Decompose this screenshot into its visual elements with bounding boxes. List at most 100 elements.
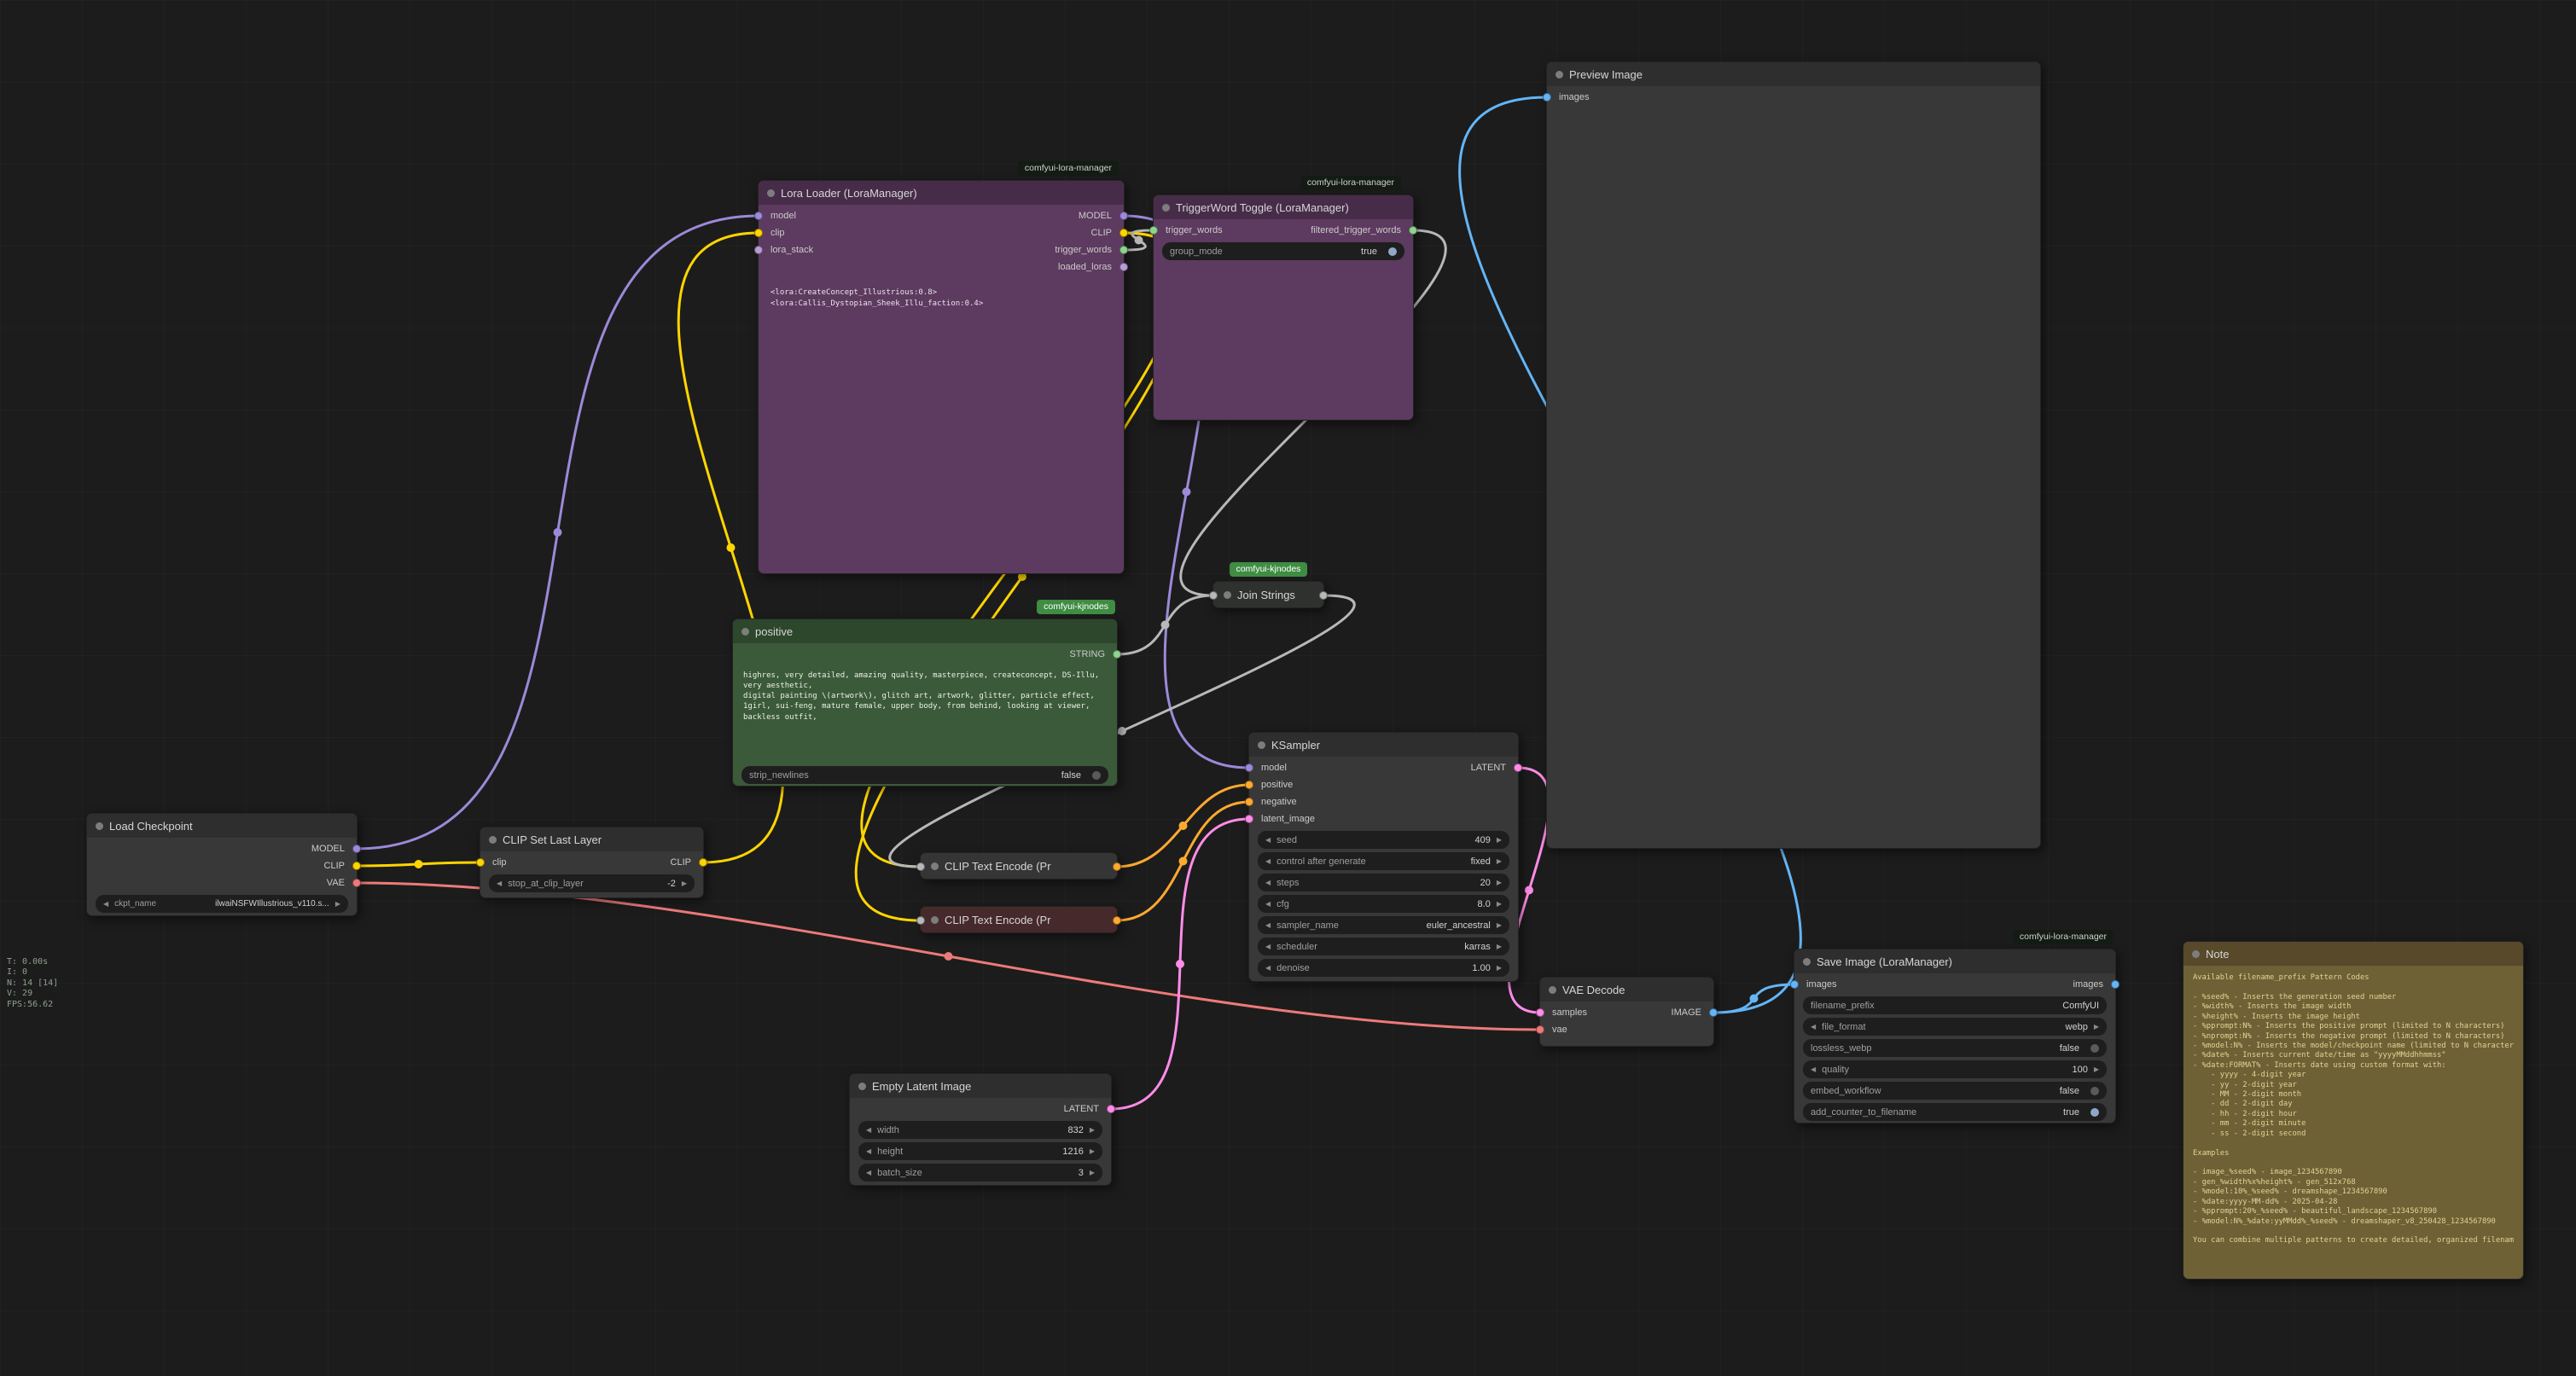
increment-arrow-icon[interactable]: ▶ [2094, 1023, 2099, 1031]
decrement-arrow-icon[interactable]: ◀ [1265, 921, 1271, 929]
node-save-image[interactable]: comfyui-lora-manager Save Image (LoraMan… [1794, 949, 2116, 1123]
widget-add-counter-to-filename[interactable]: add_counter_to_filename true [1803, 1103, 2107, 1121]
collapse-toggle-icon[interactable] [96, 822, 103, 830]
input-port-model[interactable] [754, 212, 763, 220]
collapse-toggle-icon[interactable] [931, 862, 939, 870]
node-header[interactable]: CLIP Set Last Layer [480, 827, 703, 851]
collapse-toggle-icon[interactable] [931, 916, 939, 924]
input-port-images[interactable] [1543, 93, 1551, 102]
output-port-loaded-loras[interactable] [1119, 263, 1128, 271]
input-port-trigger-words[interactable] [1149, 226, 1158, 235]
collapse-toggle-icon[interactable] [1162, 204, 1170, 212]
node-header[interactable]: CLIP Text Encode (Pr [921, 852, 1061, 880]
output-port-string[interactable] [1113, 650, 1121, 659]
widget-embed-workflow[interactable]: embed_workflow false [1803, 1082, 2107, 1100]
decrement-arrow-icon[interactable]: ◀ [866, 1169, 871, 1176]
widget-ckpt-name[interactable]: ◀ ckpt_name ilwaiNSFWIllustrious_v110.s.… [96, 895, 348, 913]
widget-seed[interactable]: ◀ seed 409 ▶ [1258, 831, 1509, 849]
widget-strip-newlines[interactable]: strip_newlines false [741, 766, 1108, 784]
increment-arrow-icon[interactable]: ▶ [335, 900, 340, 908]
increment-arrow-icon[interactable]: ▶ [2094, 1065, 2099, 1073]
widget-height[interactable]: ◀ height 1216 ▶ [858, 1142, 1102, 1160]
decrement-arrow-icon[interactable]: ◀ [497, 880, 502, 887]
node-positive-prompt[interactable]: comfyui-kjnodes positive STRING highres,… [732, 618, 1118, 787]
increment-arrow-icon[interactable]: ▶ [1497, 900, 1502, 908]
output-port-latent[interactable] [1514, 763, 1522, 772]
decrement-arrow-icon[interactable]: ◀ [866, 1126, 871, 1134]
output-port-vae[interactable] [352, 879, 361, 887]
widget-lossless-webp[interactable]: lossless_webp false [1803, 1039, 2107, 1057]
input-port-clip-text[interactable] [916, 916, 925, 925]
input-port-positive[interactable] [1245, 781, 1253, 789]
output-port-clip[interactable] [1119, 229, 1128, 237]
increment-arrow-icon[interactable]: ▶ [1497, 836, 1502, 844]
decrement-arrow-icon[interactable]: ◀ [1265, 943, 1271, 950]
node-clip-text-encode-negative[interactable]: CLIP Text Encode (Pr [920, 906, 1118, 933]
output-port-clip[interactable] [352, 862, 361, 870]
widget-batch-size[interactable]: ◀ batch_size 3 ▶ [858, 1164, 1102, 1182]
node-note[interactable]: Note Available filename_prefix Pattern C… [2183, 941, 2524, 1280]
collapse-toggle-icon[interactable] [767, 189, 775, 197]
input-port-clip-text[interactable] [916, 862, 925, 871]
node-header[interactable]: CLIP Text Encode (Pr [921, 906, 1061, 933]
increment-arrow-icon[interactable]: ▶ [682, 880, 687, 887]
widget-steps[interactable]: ◀ steps 20 ▶ [1258, 874, 1509, 891]
widget-sampler-name[interactable]: ◀ sampler_name euler_ancestral ▶ [1258, 916, 1509, 934]
output-port-images[interactable] [2111, 980, 2120, 989]
decrement-arrow-icon[interactable]: ◀ [103, 900, 108, 908]
output-port-model[interactable] [1119, 212, 1128, 220]
toggle-knob[interactable] [1092, 771, 1101, 780]
node-header[interactable]: Preview Image [1547, 62, 2040, 86]
input-port-samples[interactable] [1536, 1008, 1544, 1017]
toggle-knob[interactable] [2090, 1108, 2099, 1117]
collapse-toggle-icon[interactable] [1803, 958, 1811, 966]
collapse-toggle-icon[interactable] [2192, 950, 2200, 958]
widget-file-format[interactable]: ◀ file_format webp ▶ [1803, 1018, 2107, 1036]
node-header[interactable]: Load Checkpoint [87, 814, 357, 838]
node-vae-decode[interactable]: VAE Decode samples IMAGE vae [1539, 977, 1714, 1047]
collapse-toggle-icon[interactable] [858, 1083, 866, 1090]
node-header[interactable]: Lora Loader (LoraManager) [759, 181, 1124, 205]
input-port-vae[interactable] [1536, 1025, 1544, 1034]
increment-arrow-icon[interactable]: ▶ [1090, 1169, 1095, 1176]
output-port-filtered-trigger-words[interactable] [1409, 226, 1417, 235]
collapse-toggle-icon[interactable] [1555, 71, 1563, 78]
node-header[interactable]: TriggerWord Toggle (LoraManager) [1154, 195, 1413, 219]
toggle-knob[interactable] [2090, 1087, 2099, 1095]
widget-stop-at-clip-layer[interactable]: ◀ stop_at_clip_layer -2 ▶ [489, 874, 695, 892]
widget-denoise[interactable]: ◀ denoise 1.00 ▶ [1258, 959, 1509, 977]
input-port-clip[interactable] [476, 858, 485, 867]
widget-width[interactable]: ◀ width 832 ▶ [858, 1121, 1102, 1139]
increment-arrow-icon[interactable]: ▶ [1497, 964, 1502, 972]
input-port-images[interactable] [1790, 980, 1799, 989]
node-lora-loader[interactable]: comfyui-lora-manager Lora Loader (LoraMa… [758, 180, 1125, 574]
output-port-image[interactable] [1709, 1008, 1718, 1017]
output-port-latent[interactable] [1107, 1105, 1115, 1113]
collapse-toggle-icon[interactable] [1224, 591, 1231, 599]
output-port-clip[interactable] [699, 858, 707, 867]
node-load-checkpoint[interactable]: Load Checkpoint MODEL CLIP VAE ◀ ckpt_na… [86, 813, 358, 916]
input-port-model[interactable] [1245, 763, 1253, 772]
collapse-toggle-icon[interactable] [741, 628, 749, 636]
decrement-arrow-icon[interactable]: ◀ [1811, 1023, 1816, 1031]
node-empty-latent-image[interactable]: Empty Latent Image LATENT ◀ width 832 ▶ … [849, 1073, 1112, 1186]
collapse-toggle-icon[interactable] [1258, 741, 1265, 749]
collapse-toggle-icon[interactable] [1549, 986, 1556, 994]
decrement-arrow-icon[interactable]: ◀ [1265, 900, 1271, 908]
collapse-toggle-icon[interactable] [489, 836, 497, 844]
node-clip-text-encode-positive[interactable]: CLIP Text Encode (Pr [920, 852, 1118, 880]
widget-group-mode[interactable]: group_mode true [1162, 242, 1404, 260]
increment-arrow-icon[interactable]: ▶ [1090, 1126, 1095, 1134]
increment-arrow-icon[interactable]: ▶ [1497, 879, 1502, 886]
prompt-textarea[interactable]: highres, very detailed, amazing quality,… [743, 671, 1107, 763]
note-textarea[interactable]: Available filename_prefix Pattern Codes … [2193, 973, 2514, 1274]
toggle-knob[interactable] [1388, 247, 1397, 256]
widget-control-after-generate[interactable]: ◀ control after generate fixed ▶ [1258, 852, 1509, 870]
node-triggerword-toggle[interactable]: comfyui-lora-manager TriggerWord Toggle … [1153, 194, 1414, 421]
node-header[interactable]: VAE Decode [1540, 978, 1713, 1002]
widget-scheduler[interactable]: ◀ scheduler karras ▶ [1258, 938, 1509, 955]
toggle-knob[interactable] [2090, 1044, 2099, 1053]
input-port-clip[interactable] [754, 229, 763, 237]
output-port-trigger-words[interactable] [1119, 246, 1128, 254]
decrement-arrow-icon[interactable]: ◀ [866, 1147, 871, 1155]
